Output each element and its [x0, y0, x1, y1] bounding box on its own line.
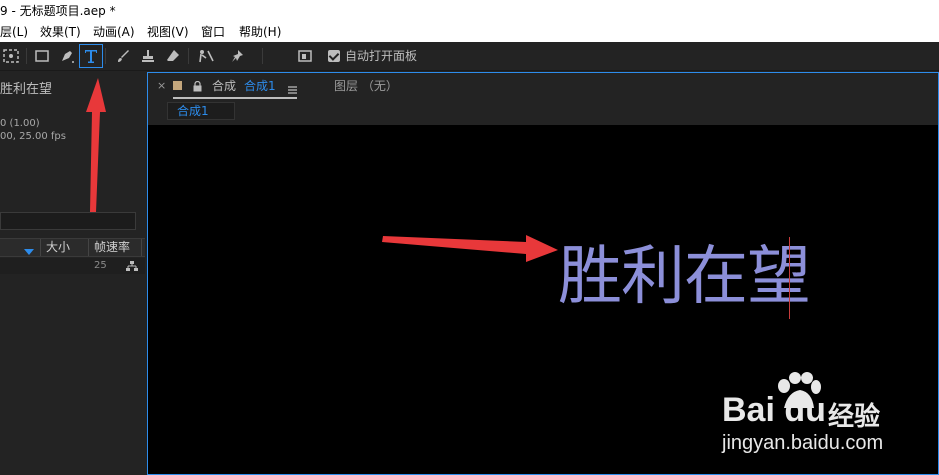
puppet-pin-icon[interactable]	[227, 45, 249, 67]
composition-breadcrumb[interactable]: 合成1	[167, 102, 235, 120]
close-tab-icon[interactable]: ×	[157, 78, 166, 94]
type-icon[interactable]	[79, 44, 103, 68]
project-search-input[interactable]	[0, 212, 136, 230]
eraser-icon[interactable]	[162, 45, 184, 67]
clone-stamp-icon[interactable]	[137, 45, 159, 67]
tab-layer[interactable]: 图层 （无）	[334, 78, 398, 94]
project-info-line-1: 0 (1.00)	[0, 118, 40, 129]
row-frame-rate: 25	[94, 260, 107, 271]
project-info-line-2: 00, 25.00 fps	[0, 131, 66, 142]
flowchart-icon[interactable]	[126, 261, 138, 277]
menu-help[interactable]: 帮助(H)	[239, 22, 281, 42]
panel-layout-icon[interactable]	[294, 45, 316, 67]
active-tab-indicator	[173, 97, 297, 99]
column-size[interactable]: 大小	[46, 239, 70, 256]
panel-menu-icon[interactable]	[288, 82, 297, 98]
menu-view[interactable]: 视图(V)	[147, 22, 189, 42]
toolbar-divider	[105, 48, 106, 64]
text-insertion-cursor	[789, 237, 790, 319]
column-divider	[141, 239, 142, 256]
tools-toolbar	[0, 42, 939, 71]
menu-effect[interactable]: 效果(T)	[40, 22, 81, 42]
menu-layer[interactable]: 层(L)	[0, 22, 28, 42]
auto-open-panels-checkbox[interactable]: 自动打开面板	[328, 48, 417, 64]
viewer-text-layer[interactable]: 胜利在望	[558, 238, 811, 316]
column-frame-rate[interactable]: 帧速率	[94, 239, 130, 256]
watermark-brand: Bai du	[722, 391, 826, 429]
menu-window[interactable]: 窗口	[201, 22, 225, 42]
watermark-jingyan: 经验	[828, 402, 881, 432]
window-title: 9 - 无标题项目.aep *	[0, 4, 116, 18]
project-item-name: 胜利在望	[0, 82, 53, 97]
composition-tab-bar: × 合成 合成1 图层 （无）	[148, 73, 938, 101]
menu-bar: 层(L) 效果(T) 动画(A) 视图(V) 窗口 帮助(H)	[0, 22, 939, 42]
window-title-bar: 9 - 无标题项目.aep *	[0, 0, 939, 22]
rectangle-icon[interactable]	[31, 45, 53, 67]
selection-marquee-icon[interactable]	[0, 45, 22, 67]
tab-composition[interactable]: 合成1	[244, 78, 276, 94]
toolbar-divider	[26, 48, 27, 64]
table-row[interactable]: 25	[0, 258, 145, 274]
toolbar-divider	[262, 48, 263, 64]
menu-animation[interactable]: 动画(A)	[93, 22, 135, 42]
checkbox-checked-icon[interactable]	[328, 50, 340, 62]
composition-color-label-icon	[173, 81, 182, 90]
toolbar-divider	[188, 48, 189, 64]
pen-icon[interactable]	[56, 45, 78, 67]
project-column-header: 大小 帧速率	[0, 238, 145, 257]
watermark-url: jingyan.baidu.com	[722, 432, 884, 454]
lock-icon[interactable]	[193, 80, 202, 96]
tab-composition-prefix: 合成	[212, 79, 237, 93]
roto-brush-icon[interactable]	[195, 45, 217, 67]
column-divider	[88, 239, 89, 256]
brush-icon[interactable]	[112, 45, 134, 67]
column-divider	[40, 239, 41, 256]
project-panel: 胜利在望 0 (1.00) 00, 25.00 fps 大小 帧速率 25	[0, 72, 145, 475]
baidu-jingyan-watermark: Bai du 经验 jingyan.baidu.com	[718, 372, 908, 462]
auto-open-label: 自动打开面板	[345, 49, 418, 63]
